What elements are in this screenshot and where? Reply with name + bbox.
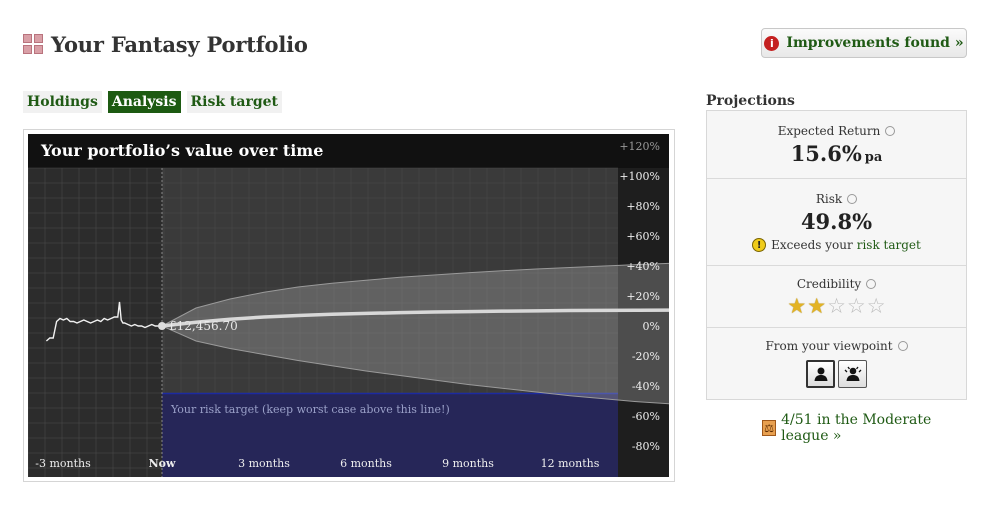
expected-return-label: Expected Return <box>777 123 881 138</box>
expected-return-value: 15.6% <box>790 140 862 166</box>
y-tick-label: -40% <box>632 380 660 393</box>
league-link[interactable]: ⚖ 4/51 in the Moderate league » <box>762 412 967 444</box>
risk-section: Risk 49.8% ! Exceeds your risk target <box>707 179 966 266</box>
chart-frame: Your portfolio’s value over time £12,456.… <box>23 129 675 482</box>
portfolio-value-chart: Your portfolio’s value over time £12,456.… <box>28 134 669 477</box>
viewpoint-self-button[interactable] <box>806 360 835 388</box>
projections-heading: Projections <box>706 93 795 109</box>
y-tick-label: +80% <box>626 200 660 213</box>
x-tick-label: Now <box>149 457 176 470</box>
y-tick-label: +60% <box>626 230 660 243</box>
y-tick-label: +20% <box>626 290 660 303</box>
projections-panel: Expected Return 15.6% pa Risk 49.8% ! Exc… <box>706 110 967 400</box>
warning-icon: ! <box>752 238 767 252</box>
help-icon[interactable] <box>847 194 858 204</box>
help-icon[interactable] <box>897 341 908 351</box>
viewpoint-advisor-button[interactable] <box>838 360 867 388</box>
viewpoint-section: From your viewpoint <box>707 328 966 399</box>
tab-bar: Holdings Analysis Risk target <box>23 91 282 113</box>
person-icon <box>814 367 827 381</box>
info-icon: i <box>764 35 780 51</box>
y-tick-label: -60% <box>632 410 660 423</box>
credibility-section: Credibility ★ ★ ☆ ☆ ☆ <box>707 266 966 328</box>
credibility-label: Credibility <box>796 276 862 291</box>
chart-title: Your portfolio’s value over time <box>40 141 323 160</box>
risk-value: 49.8% <box>800 209 873 234</box>
page-title: Your Fantasy Portfolio <box>51 31 308 57</box>
tab-analysis[interactable]: Analysis <box>107 91 181 113</box>
viewpoint-options <box>806 360 867 388</box>
x-tick-label: 12 months <box>541 457 600 470</box>
scales-icon: ⚖ <box>762 420 777 436</box>
improvements-button[interactable]: i Improvements found » <box>761 28 967 58</box>
star-filled-icon: ★ <box>787 293 807 318</box>
current-value-marker <box>158 322 166 330</box>
advisor-icon <box>844 366 861 381</box>
current-value-label: £12,456.70 <box>169 319 238 333</box>
star-empty-icon: ☆ <box>827 293 846 318</box>
y-tick-label: 0% <box>643 320 660 333</box>
star-empty-icon: ☆ <box>846 293 866 318</box>
star-filled-icon: ★ <box>807 293 827 318</box>
risk-warning-text: Exceeds your <box>771 238 853 252</box>
help-icon[interactable] <box>885 125 896 136</box>
credibility-stars: ★ ★ ☆ ☆ ☆ <box>787 293 886 318</box>
league-label: 4/51 in the Moderate league » <box>781 412 932 444</box>
tab-risk-target[interactable]: Risk target <box>186 91 282 113</box>
y-tick-label: -80% <box>632 440 660 453</box>
risk-target-link[interactable]: risk target <box>857 238 921 252</box>
expected-return-section: Expected Return 15.6% pa <box>707 111 966 179</box>
tab-holdings[interactable]: Holdings <box>23 91 102 113</box>
x-tick-label: -3 months <box>35 457 91 470</box>
y-tick-label: -20% <box>632 350 660 363</box>
improvements-label: Improvements found » <box>786 35 964 51</box>
y-tick-label: +40% <box>626 260 660 273</box>
history-zone <box>28 168 162 477</box>
risk-target-label: Your risk target (keep worst case above … <box>170 403 450 416</box>
x-tick-label: 3 months <box>238 457 290 470</box>
viewpoint-label: From your viewpoint <box>765 339 893 353</box>
y-tick-label: +120% <box>619 140 660 153</box>
page-header: Your Fantasy Portfolio <box>23 28 308 60</box>
risk-warning: ! Exceeds your risk target <box>752 238 921 252</box>
expected-return-unit: pa <box>864 149 883 165</box>
x-tick-label: 9 months <box>442 457 494 470</box>
star-empty-icon: ☆ <box>866 293 886 318</box>
risk-label: Risk <box>815 192 843 206</box>
x-tick-label: 6 months <box>340 457 392 470</box>
y-tick-label: +100% <box>619 170 660 183</box>
help-icon[interactable] <box>866 278 877 289</box>
grid-logo-icon <box>23 34 43 54</box>
